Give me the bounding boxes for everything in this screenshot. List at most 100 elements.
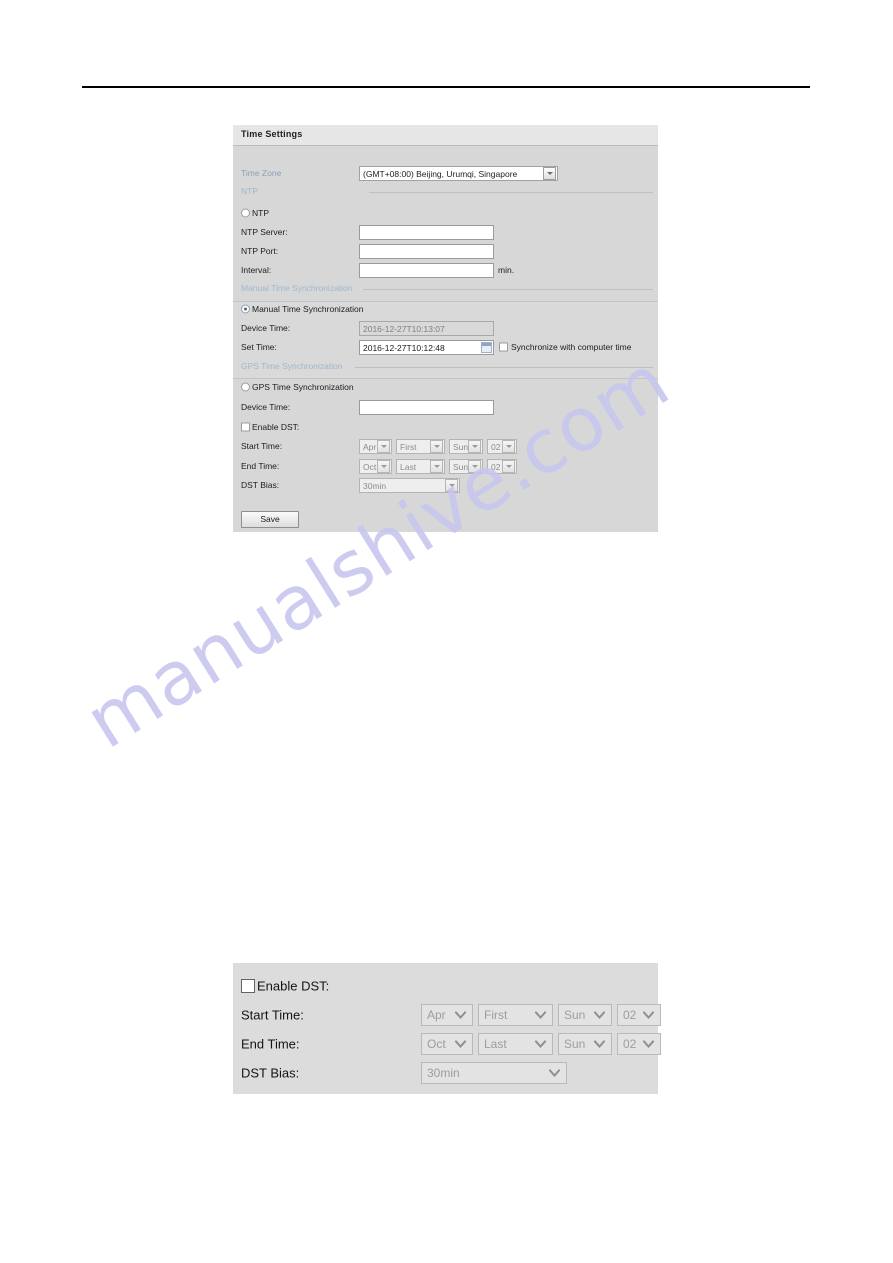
dst-end-hour-value: 02	[623, 1037, 637, 1051]
row-manual-device-time: Device Time:	[233, 318, 658, 338]
ntp-server-input[interactable]	[359, 225, 494, 240]
dst-bias-label: DST Bias:	[241, 1065, 300, 1081]
row2-dst-end-time: End Time: Oct Last Sun 02	[233, 1032, 661, 1056]
row-dst-bias: DST Bias: 30min	[233, 475, 658, 495]
enable-dst-label: Enable DST:	[257, 978, 330, 994]
ntp-port-input[interactable]	[359, 244, 494, 259]
dst-start-month-select[interactable]: Apr	[359, 439, 392, 454]
dst-end-label: End Time:	[241, 1036, 300, 1052]
set-time-input[interactable]	[359, 340, 494, 355]
dst-start-month-value: Apr	[427, 1008, 446, 1022]
chevron-down-icon[interactable]	[468, 440, 481, 453]
chevron-down-icon[interactable]	[640, 1040, 656, 1048]
dst-settings-panel: Enable DST: Start Time: Apr First Sun 02…	[233, 963, 661, 1094]
dst-end-day-select[interactable]: Sun	[449, 459, 483, 474]
enable-dst-checkbox[interactable]	[241, 979, 255, 993]
ntp-section-header: NTP	[241, 186, 653, 198]
row2-enable-dst: Enable DST:	[233, 975, 658, 997]
chevron-down-icon[interactable]	[591, 1040, 607, 1048]
dst-bias-select[interactable]: 30min	[421, 1062, 567, 1084]
chevron-down-icon[interactable]	[502, 460, 515, 473]
dst-start-label: Start Time:	[241, 1007, 304, 1023]
row-gps-device-time: Device Time:	[233, 397, 658, 417]
dst-end-month-select[interactable]: Oct	[359, 459, 392, 474]
dst-start-day-value: Sun	[453, 441, 468, 452]
dst-end-hour-select[interactable]: 02	[617, 1033, 661, 1055]
dst-start-month-select[interactable]: Apr	[421, 1004, 473, 1026]
dst-end-hour-select[interactable]: 02	[487, 459, 517, 474]
row-gps-radio: GPS Time Synchronization	[233, 377, 658, 397]
dst-start-week-value: First	[484, 1008, 508, 1022]
ntp-server-label: NTP Server:	[241, 227, 288, 237]
dst-start-day-value: Sun	[564, 1008, 586, 1022]
chevron-down-icon[interactable]	[430, 460, 443, 473]
time-zone-value: (GMT+08:00) Beijing, Urumqi, Singapore	[363, 168, 518, 179]
ntp-section-rule	[369, 192, 653, 193]
chevron-down-icon[interactable]	[640, 1011, 656, 1019]
chevron-down-icon[interactable]	[532, 1011, 548, 1019]
chevron-down-icon[interactable]	[502, 440, 515, 453]
chevron-down-icon[interactable]	[546, 1069, 562, 1077]
calendar-icon[interactable]	[481, 342, 492, 353]
sync-computer-time-checkbox[interactable]	[499, 342, 508, 352]
dst-start-label: Start Time:	[241, 441, 283, 451]
sync-computer-time-label: Synchronize with computer time	[511, 342, 632, 352]
row-set-time: Set Time: Synchronize with computer time	[233, 337, 658, 357]
chevron-down-icon[interactable]	[430, 440, 443, 453]
dst-start-week-select[interactable]: First	[396, 439, 445, 454]
gps-section-rule	[355, 367, 653, 368]
row-manual-radio: Manual Time Synchronization	[233, 299, 658, 319]
enable-dst-label: Enable DST:	[252, 422, 300, 432]
chevron-down-icon[interactable]	[377, 460, 390, 473]
manual-sync-radio[interactable]	[241, 304, 250, 314]
dst-bias-label: DST Bias:	[241, 480, 280, 490]
dst-start-week-value: First	[400, 441, 417, 452]
gps-section-label: GPS Time Synchronization	[241, 361, 343, 371]
dst-bias-value: 30min	[363, 480, 387, 491]
panel-title-bar: Time Settings	[233, 125, 658, 146]
chevron-down-icon[interactable]	[452, 1011, 468, 1019]
dst-end-day-value: Sun	[564, 1037, 586, 1051]
row2-dst-start-time: Start Time: Apr First Sun 02	[233, 1003, 661, 1027]
row-time-zone: Time Zone (GMT+08:00) Beijing, Urumqi, S…	[233, 163, 658, 183]
save-button[interactable]: Save	[241, 511, 299, 528]
gps-device-time-label: Device Time:	[241, 402, 291, 412]
dst-end-day-select[interactable]: Sun	[558, 1033, 612, 1055]
manual-sync-radio-label: Manual Time Synchronization	[252, 304, 364, 314]
ntp-radio-label: NTP	[252, 208, 269, 218]
row-ntp-server: NTP Server:	[233, 222, 658, 242]
ntp-radio[interactable]	[241, 208, 250, 218]
page-title: Time Settings	[241, 129, 303, 139]
time-zone-select[interactable]: (GMT+08:00) Beijing, Urumqi, Singapore	[359, 166, 558, 181]
dst-end-label: End Time:	[241, 461, 280, 471]
row-ntp-port: NTP Port:	[233, 241, 658, 261]
enable-dst-checkbox[interactable]	[241, 422, 250, 432]
dst-end-month-select[interactable]: Oct	[421, 1033, 473, 1055]
manual-section-rule	[363, 289, 653, 290]
dst-end-week-select[interactable]: Last	[478, 1033, 553, 1055]
gps-sync-radio[interactable]	[241, 382, 250, 392]
chevron-down-icon[interactable]	[532, 1040, 548, 1048]
dst-start-hour-select[interactable]: 02	[487, 439, 517, 454]
chevron-down-icon[interactable]	[468, 460, 481, 473]
ntp-interval-input[interactable]	[359, 263, 494, 278]
manual-device-time-label: Device Time:	[241, 323, 291, 333]
dst-start-day-select[interactable]: Sun	[449, 439, 483, 454]
page-header-rule	[82, 86, 810, 88]
chevron-down-icon[interactable]	[377, 440, 390, 453]
chevron-down-icon[interactable]	[543, 167, 556, 180]
dst-end-week-value: Last	[400, 461, 417, 472]
dst-bias-select[interactable]: 30min	[359, 478, 460, 493]
dst-end-week-select[interactable]: Last	[396, 459, 445, 474]
gps-sync-radio-label: GPS Time Synchronization	[252, 382, 354, 392]
chevron-down-icon[interactable]	[445, 479, 458, 492]
dst-start-hour-select[interactable]: 02	[617, 1004, 661, 1026]
dst-start-week-select[interactable]: First	[478, 1004, 553, 1026]
chevron-down-icon[interactable]	[452, 1040, 468, 1048]
gps-device-time-input[interactable]	[359, 400, 494, 415]
chevron-down-icon[interactable]	[591, 1011, 607, 1019]
dst-start-day-select[interactable]: Sun	[558, 1004, 612, 1026]
manual-section-label: Manual Time Synchronization	[241, 283, 353, 293]
row-enable-dst: Enable DST:	[233, 417, 658, 437]
ntp-section-label: NTP	[241, 186, 258, 196]
